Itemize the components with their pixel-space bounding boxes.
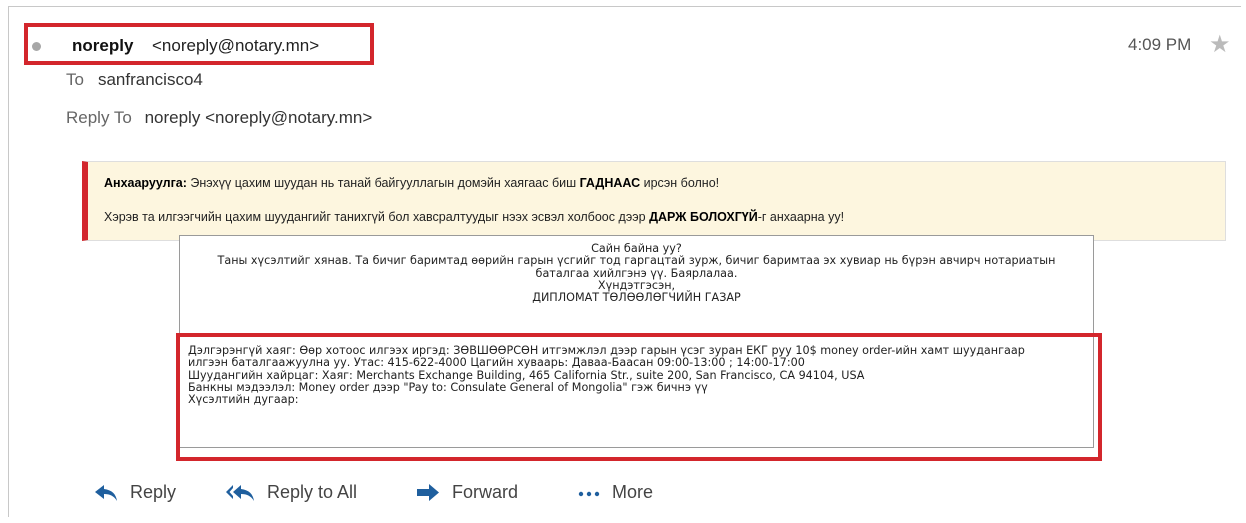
details-highlight-box [176, 333, 1102, 461]
reply-all-button[interactable]: Reply to All [225, 482, 357, 503]
reply-button[interactable]: Reply [94, 482, 176, 503]
to-value[interactable]: sanfrancisco4 [98, 70, 203, 89]
body-paragraph: Таны хүсэлтийг хянав. Та бичиг баримтад … [217, 254, 1056, 280]
external-warning-banner: Анхааруулга: Энэхүү цахим шуудан нь тана… [82, 161, 1226, 241]
more-icon [578, 491, 600, 496]
sender-highlight-box [24, 23, 374, 65]
reply-to-row: Reply To noreply <noreply@notary.mn> [66, 108, 372, 128]
warning-bold-1: ГАДНААС [579, 176, 641, 190]
warning-line-1: Анхааруулга: Энэхүү цахим шуудан нь тана… [104, 176, 719, 190]
warning-text-1: Энэхүү цахим шуудан нь танай байгууллагы… [186, 176, 580, 190]
forward-icon [417, 483, 439, 501]
reply-all-label: Reply to All [267, 482, 358, 502]
organization-name: ДИПЛОМАТ ТӨЛӨӨЛӨГЧИЙН ГАЗАР [532, 291, 741, 305]
warning-label: Анхааруулга: [104, 176, 187, 190]
more-button[interactable]: More [578, 482, 653, 503]
warning-end-1: ирсэн болно! [640, 176, 720, 190]
to-label: To [66, 70, 84, 89]
warning-text-2: Хэрэв та илгээгчийн цахим шуудангийг тан… [104, 210, 650, 224]
reply-label: Reply [130, 482, 177, 502]
greeting-block: Сайн байна уу? Таны хүсэлтийг хянав. Та … [180, 242, 1093, 305]
warning-end-2: -г анхаарна уу! [757, 210, 845, 224]
star-icon[interactable]: ★ [1209, 30, 1231, 59]
warning-bold-2: ДАРЖ БОЛОХГҮЙ [649, 210, 758, 224]
to-row: To sanfrancisco4 [66, 70, 203, 90]
more-label: More [612, 482, 654, 502]
reply-to-email[interactable]: <noreply@notary.mn> [205, 108, 372, 127]
forward-button[interactable]: Forward [416, 482, 518, 503]
reply-all-icon [226, 484, 254, 501]
reply-to-label: Reply To [66, 108, 132, 127]
reply-icon [95, 484, 117, 501]
reply-to-name[interactable]: noreply [145, 108, 201, 127]
warning-line-2: Хэрэв та илгээгчийн цахим шуудангийг тан… [104, 210, 844, 224]
forward-label: Forward [452, 482, 519, 502]
message-time: 4:09 PM [1128, 35, 1192, 54]
